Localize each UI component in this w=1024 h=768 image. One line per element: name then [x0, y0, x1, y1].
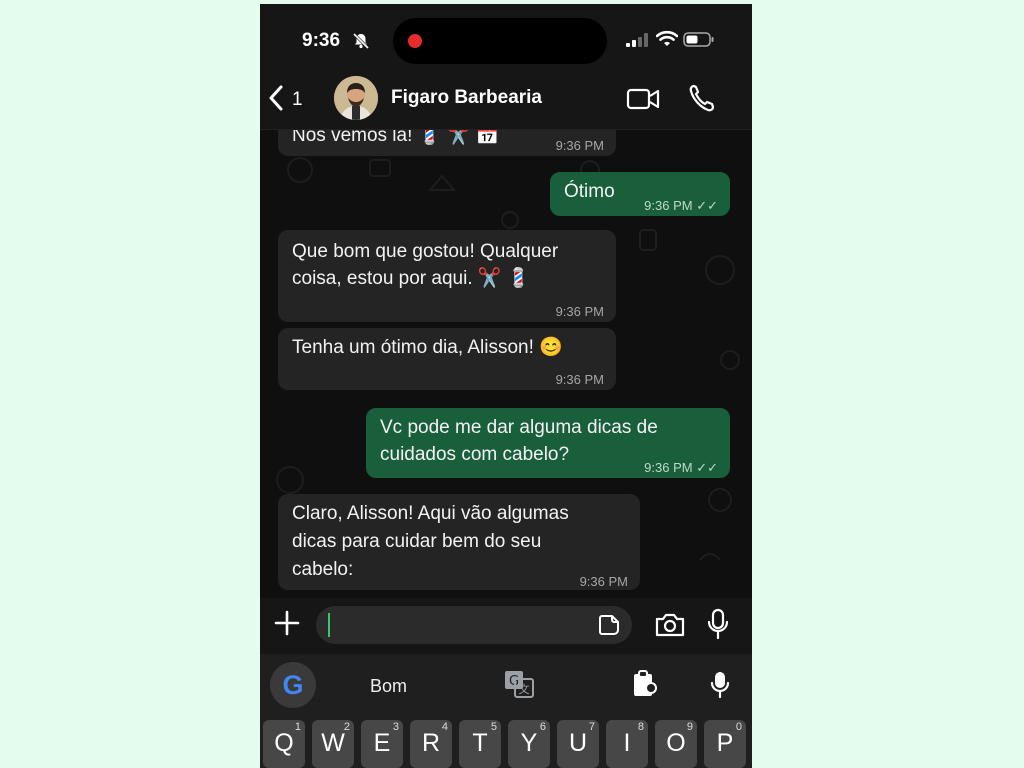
message-time: 9:36 PM ✓✓ [644, 460, 718, 475]
text-caret [328, 613, 330, 637]
recording-indicator [408, 34, 422, 48]
message-text: Nos vemos lá! 💈 ✂️ 📅 [292, 130, 500, 146]
message-text-line: cabelo: [292, 559, 354, 580]
unread-count: 1 [292, 89, 303, 110]
status-bar: 9:36 [260, 4, 752, 74]
incoming-message[interactable]: Nos vemos lá! 💈 ✂️ 📅 9:36 PM [278, 130, 616, 156]
wifi-icon [655, 30, 679, 52]
message-input[interactable] [316, 606, 632, 644]
key-q[interactable]: 1Q [263, 720, 305, 768]
message-text-line: Que bom que gostou! Qualquer [292, 241, 559, 262]
contact-name[interactable]: Figaro Barbearia [391, 87, 542, 109]
incoming-message[interactable]: Que bom que gostou! Qualquer coisa, esto… [278, 230, 616, 322]
sticker-icon[interactable] [598, 614, 620, 641]
incoming-message[interactable]: Claro, Alisson! Aqui vão algumas dicas p… [278, 494, 640, 590]
back-button[interactable]: 1 [268, 84, 303, 116]
message-text: Tenha um ótimo dia, Alisson! 😊 [292, 337, 563, 358]
message-text-line: Claro, Alisson! Aqui vão algumas [292, 503, 569, 524]
message-text: Ótimo [564, 181, 615, 202]
key-r[interactable]: 4R [410, 720, 452, 768]
message-input-bar [260, 598, 752, 654]
message-time: 9:36 PM [579, 574, 628, 589]
keyboard-microphone-icon[interactable] [710, 671, 730, 704]
message-text-line: coisa, estou por aqui. ✂️ 💈 [292, 268, 531, 289]
message-time: 9:36 PM [555, 138, 604, 153]
video-call-icon[interactable] [626, 86, 660, 117]
phone-screen: 9:36 1 Figaro Barbearia Nos vemos lá! 💈 … [260, 4, 752, 768]
key-e[interactable]: 3E [361, 720, 403, 768]
chat-header: 1 Figaro Barbearia [260, 74, 752, 130]
phone-icon[interactable] [688, 83, 716, 118]
avatar[interactable] [334, 76, 378, 120]
message-time: 9:36 PM [555, 304, 604, 319]
status-time: 9:36 [302, 30, 341, 51]
camera-icon[interactable] [654, 612, 686, 643]
key-o[interactable]: 9O [655, 720, 697, 768]
svg-text:文: 文 [519, 682, 530, 696]
google-icon[interactable]: G [270, 662, 316, 708]
chat-area[interactable]: Nos vemos lá! 💈 ✂️ 📅 9:36 PM Ótimo 9:36 … [260, 130, 752, 598]
bell-slash-icon [352, 32, 370, 55]
outgoing-message[interactable]: Ótimo 9:36 PM ✓✓ [550, 172, 730, 216]
double-check-icon: ✓✓ [696, 460, 718, 475]
signal-icon [626, 33, 648, 52]
translate-icon[interactable]: G文 [504, 670, 534, 703]
key-row: 1Q 2W 3E 4R 5T 6Y 7U 8I 9O 0P [260, 720, 752, 768]
key-u[interactable]: 7U [557, 720, 599, 768]
double-check-icon: ✓✓ [696, 198, 718, 213]
message-text-line: Vc pode me dar alguma dicas de [380, 417, 658, 438]
incoming-message[interactable]: Tenha um ótimo dia, Alisson! 😊 9:36 PM [278, 328, 616, 390]
keyboard: G Bom G文 1Q 2W 3E 4R 5T 6Y 7U 8I 9O 0P [260, 654, 752, 768]
key-t[interactable]: 5T [459, 720, 501, 768]
message-time: 9:36 PM [555, 372, 604, 387]
message-text-line: dicas para cuidar bem do seu [292, 531, 542, 552]
message-time: 9:36 PM ✓✓ [644, 198, 718, 213]
plus-icon[interactable] [274, 610, 300, 641]
battery-icon [683, 32, 715, 52]
keyboard-suggestion[interactable]: Bom [370, 676, 407, 697]
key-y[interactable]: 6Y [508, 720, 550, 768]
back-chevron-icon [268, 85, 284, 116]
key-w[interactable]: 2W [312, 720, 354, 768]
clipboard-icon[interactable] [632, 670, 658, 703]
outgoing-message[interactable]: Vc pode me dar alguma dicas de cuidados … [366, 408, 730, 478]
microphone-icon[interactable] [707, 608, 729, 645]
key-p[interactable]: 0P [704, 720, 746, 768]
message-text-line: cuidados com cabelo? [380, 444, 570, 465]
key-i[interactable]: 8I [606, 720, 648, 768]
dynamic-island [393, 18, 607, 64]
